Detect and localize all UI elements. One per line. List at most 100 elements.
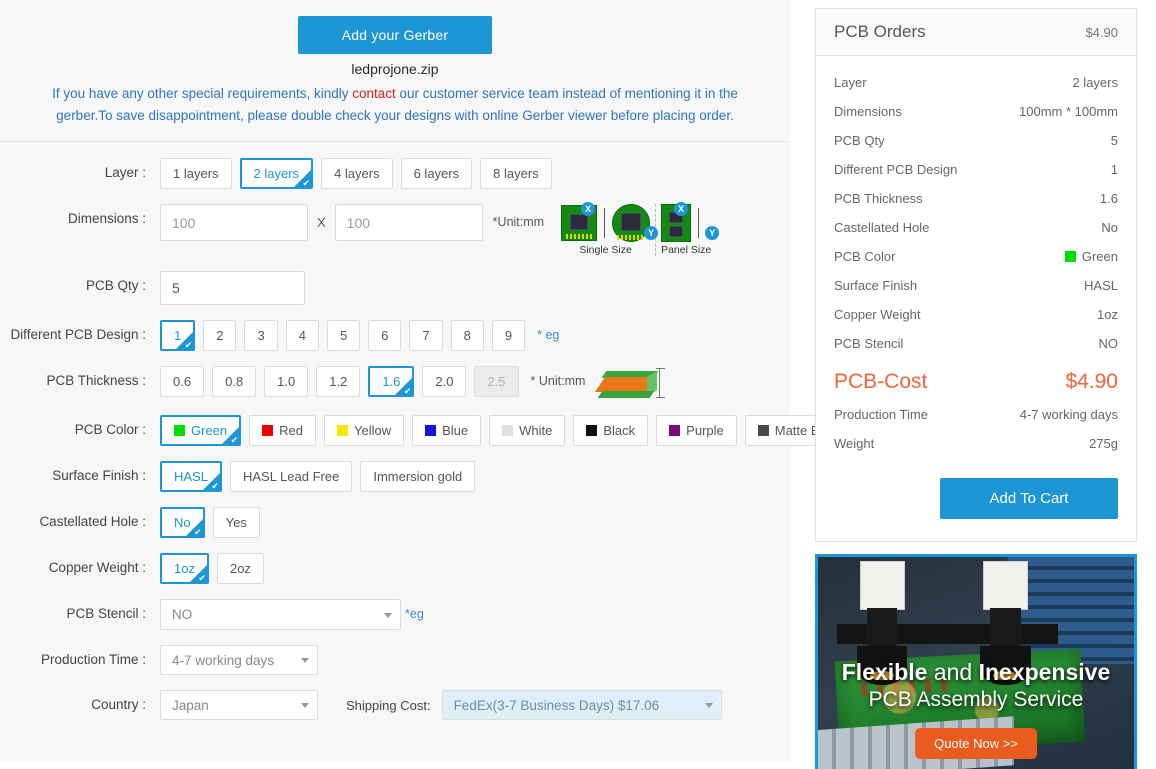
order-form-panel: Add your Gerber ledprojone.zip If you ha… [0,0,856,762]
summary-value-layer: 2 layers [1072,75,1118,90]
summary-row-copper-weight: Copper Weight 1oz [834,300,1118,329]
summary-row-different-pcb-design: Different PCB Design 1 [834,155,1118,184]
summary-row-dimensions: Dimensions 100mm * 100mm [834,97,1118,126]
summary-value-pcb-color-wrap: Green [1064,249,1118,264]
surface-option-hasl[interactable]: HASL ✔ [160,461,222,492]
check-icon: ✔ [194,527,202,537]
row-pcb-stencil: PCB Stencil : NO *eg [0,599,790,630]
design-option-2[interactable]: 2 [203,320,237,351]
thickness-option-16[interactable]: 1.6 ✔ [368,366,415,397]
row-copper-weight: Copper Weight : 1oz ✔ 2oz [0,553,790,584]
design-option-6[interactable]: 6 [368,320,402,351]
summary-value-production-time: 4-7 working days [1019,407,1118,422]
design-option-4[interactable]: 4 [285,320,319,351]
castellated-option-yes[interactable]: Yes [212,507,260,538]
pcb-orders-title: PCB Orders [834,22,926,41]
layer-option-8[interactable]: 8 layers [480,158,552,189]
shipping-cost-select[interactable]: FedEx(3-7 Business Days) $17.06 [441,690,722,720]
design-option-1-label: 1 [174,328,182,343]
surface-option-hasl-lead-free[interactable]: HASL Lead Free [229,461,353,492]
contact-link[interactable]: contact [352,86,396,101]
layer-option-6[interactable]: 6 layers [400,158,473,189]
design-option-9[interactable]: 9 [491,320,526,351]
layer-option-2-label: 2 layers [253,166,300,181]
surface-option-immersion-gold[interactable]: Immersion gold [360,461,476,492]
summary-value-pcb-thickness: 1.6 [1099,191,1118,206]
color-option-blue[interactable]: Blue [412,415,482,446]
design-option-8[interactable]: 8 [450,320,484,351]
color-option-yellow[interactable]: Yellow [324,415,405,446]
row-castellated-hole: Castellated Hole : No ✔ Yes [0,507,790,538]
check-icon: ✔ [198,573,206,583]
castellated-option-no[interactable]: No ✔ [160,507,205,538]
design-option-5[interactable]: 5 [326,320,361,351]
color-swatch-purple [669,425,681,436]
quote-now-button[interactable]: Quote Now >> [915,728,1037,760]
pcb-cost-label: PCB-Cost [834,370,928,393]
copper-weight-options: 1oz ✔ 2oz [160,553,272,584]
dimensions-fields: X *Unit:mm X Y Single Size [160,202,720,256]
summary-row-pcb-stencil: PCB Stencil NO [834,329,1118,358]
color-option-red[interactable]: Red [249,415,316,446]
color-option-green-label: Green [191,423,228,438]
copper-option-1oz[interactable]: 1oz ✔ [160,553,209,584]
color-option-purple[interactable]: Purple [656,415,737,446]
design-option-3[interactable]: 3 [244,320,278,351]
summary-label-pcb-qty: PCB Qty [834,133,885,148]
banner-headline-inexpensive: Inexpensive [978,659,1111,686]
thickness-option-20[interactable]: 2.0 [422,366,467,397]
banner-headline-flexible: Flexible [841,659,928,686]
gerber-upload-section: Add your Gerber ledprojone.zip If you ha… [0,0,790,142]
dimension-width-input[interactable] [160,204,308,241]
thickness-option-06[interactable]: 0.6 [160,366,205,397]
production-time-select[interactable]: 4-7 working days [160,645,318,675]
summary-row-surface-finish: Surface Finish HASL [834,271,1118,300]
check-icon: ✔ [184,340,193,350]
pcb-cost-value: $4.90 [1065,370,1118,393]
summary-label-dimensions: Dimensions [834,104,902,119]
summary-label-surface-finish: Surface Finish [834,278,918,293]
production-time-field: 4-7 working days [160,645,318,675]
thickness-option-16-label: 1.6 [382,374,401,389]
pcb-qty-field [160,271,305,305]
summary-row-castellated-hole: Castellated Hole No [834,213,1118,242]
pcb-stencil-eg-link[interactable]: *eg [405,599,424,630]
copper-option-2oz[interactable]: 2oz [216,553,264,584]
layer-option-2[interactable]: 2 layers ✔ [239,158,314,189]
country-select[interactable]: Japan [160,690,318,720]
castellated-option-no-label: No [174,515,191,530]
color-option-black[interactable]: Black [573,415,649,446]
summary-value-surface-finish: HASL [1084,278,1118,293]
check-icon: ✔ [230,435,239,445]
design-option-1[interactable]: 1 ✔ [160,320,196,351]
summary-value-pcb-stencil: NO [1098,336,1119,351]
summary-row-pcb-color: PCB Color Green [834,242,1118,271]
add-to-cart-button[interactable]: Add To Cart [940,478,1118,519]
color-swatch-matte-black [757,425,769,436]
pcb-stencil-field: NO *eg [160,599,424,630]
summary-value-copper-weight: 1oz [1097,307,1118,322]
color-option-white-label: White [519,423,553,438]
design-option-7[interactable]: 7 [409,320,443,351]
row-pcb-color: PCB Color : Green ✔ Red Yellow Blue White… [0,415,856,446]
axis-x-badge-single: X [581,202,596,216]
color-option-black-label: Black [603,423,636,438]
shipping-cost-select-wrap: FedEx(3-7 Business Days) $17.06 [441,690,722,720]
layer-option-4[interactable]: 4 layers [321,158,393,189]
summary-label-pcb-color: PCB Color [834,249,896,264]
layer-option-1[interactable]: 1 layers [160,158,232,189]
color-option-white[interactable]: White [489,415,566,446]
banner-headline: Flexible and Inexpensive [818,659,1134,686]
pcb-stencil-select[interactable]: NO [160,599,401,630]
pcb-cost-row: PCB-Cost $4.90 [834,370,1118,394]
summary-row-layer: Layer 2 layers [834,68,1118,97]
pcb-assembly-banner[interactable]: Flexible and Inexpensive PCB Assembly Se… [815,554,1137,769]
color-option-green[interactable]: Green ✔ [160,415,242,446]
thickness-option-10[interactable]: 1.0 [264,366,309,397]
pcb-qty-input[interactable] [160,271,305,305]
dimension-height-input[interactable] [334,204,483,241]
design-eg-link[interactable]: * eg [537,320,559,351]
thickness-option-12[interactable]: 1.2 [316,366,361,397]
add-gerber-button[interactable]: Add your Gerber [298,16,492,54]
thickness-option-08[interactable]: 0.8 [212,366,257,397]
